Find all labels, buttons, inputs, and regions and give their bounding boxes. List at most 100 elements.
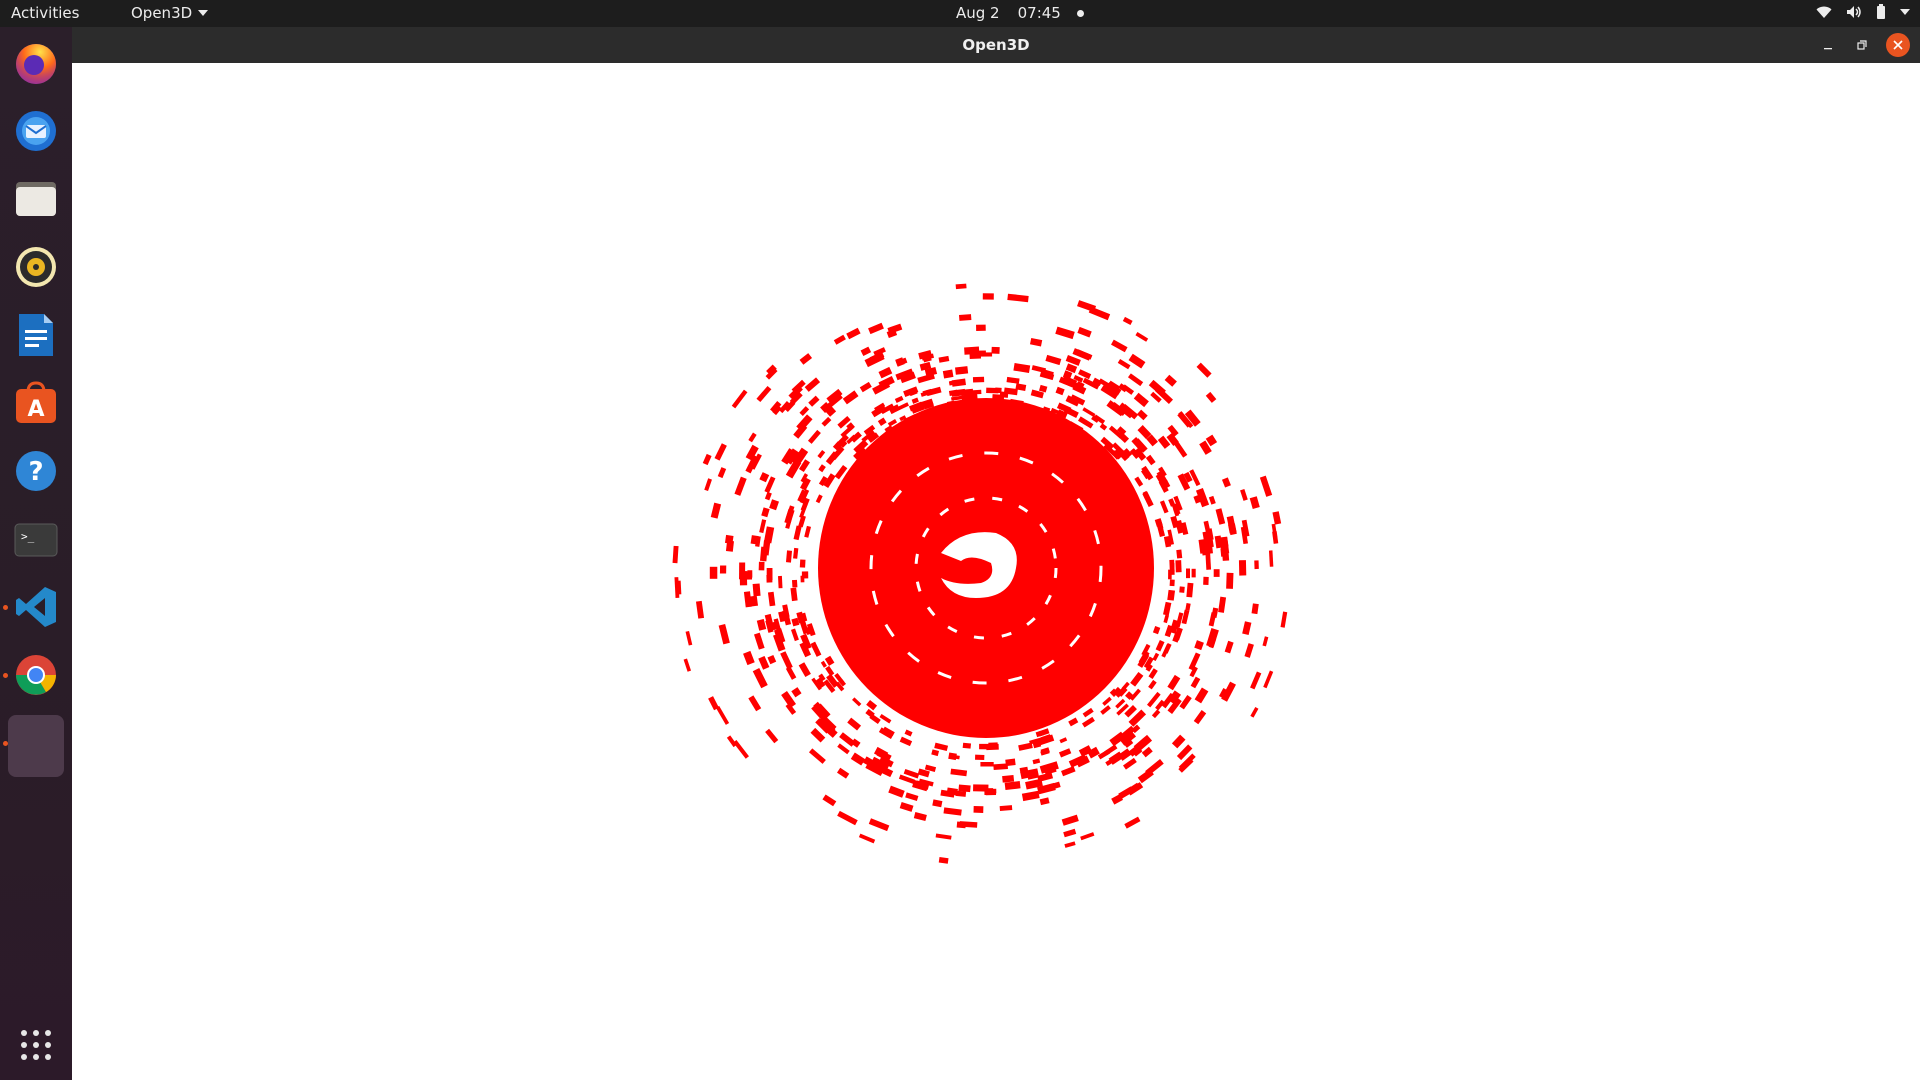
- dock-rhythmbox[interactable]: [8, 239, 64, 295]
- point: [1061, 814, 1079, 826]
- restore-button[interactable]: [1850, 33, 1874, 57]
- point: [1240, 488, 1248, 501]
- dock-thunderbird[interactable]: [8, 103, 64, 159]
- point: [709, 566, 718, 579]
- point: [1220, 547, 1228, 557]
- point: [942, 369, 954, 379]
- dock-terminal[interactable]: >_: [8, 511, 64, 567]
- dock-help[interactable]: ?: [8, 443, 64, 499]
- point: [1205, 553, 1212, 570]
- point: [767, 654, 777, 665]
- files-icon: [16, 182, 56, 216]
- system-tray[interactable]: [1816, 4, 1910, 20]
- app-menu-button[interactable]: Open3D: [131, 4, 209, 22]
- point: [904, 729, 913, 737]
- point: [761, 507, 770, 518]
- point: [1259, 475, 1273, 497]
- point: [798, 662, 811, 678]
- point: [1141, 746, 1153, 758]
- point: [1194, 640, 1204, 651]
- dock-firefox[interactable]: [8, 35, 64, 91]
- point: [714, 443, 727, 461]
- point: [956, 821, 966, 829]
- point: [1018, 742, 1033, 751]
- point: [1152, 625, 1161, 635]
- point: [784, 508, 795, 525]
- close-icon: [1893, 40, 1903, 50]
- point: [1099, 423, 1108, 431]
- dock-writer[interactable]: [8, 307, 64, 363]
- point: [935, 833, 952, 840]
- point: [1171, 734, 1186, 749]
- point: [1061, 766, 1076, 777]
- point: [955, 283, 967, 290]
- terminal-icon: >_: [14, 523, 58, 557]
- dock-files[interactable]: [8, 171, 64, 227]
- point: [1167, 674, 1181, 691]
- point: [1163, 614, 1169, 624]
- point: [800, 575, 805, 583]
- point: [1221, 477, 1231, 488]
- volume-icon: [1846, 5, 1862, 19]
- point: [804, 525, 811, 538]
- firefox-icon: [16, 44, 56, 84]
- point: [962, 742, 972, 749]
- point-cloud[interactable]: [72, 63, 1920, 1080]
- point: [969, 399, 982, 407]
- point: [999, 805, 1013, 811]
- point: [1268, 550, 1274, 567]
- point: [888, 785, 905, 798]
- point: [943, 807, 962, 816]
- point: [820, 660, 827, 668]
- point: [790, 628, 799, 642]
- activities-button[interactable]: Activities: [11, 4, 79, 22]
- clock-button[interactable]: Aug 2 07:45: [956, 4, 1084, 22]
- point: [878, 366, 893, 379]
- close-button[interactable]: [1886, 33, 1910, 57]
- window-titlebar[interactable]: Open3D: [72, 27, 1920, 63]
- point: [1186, 582, 1194, 598]
- point: [724, 534, 734, 544]
- point: [1251, 603, 1259, 615]
- point: [798, 515, 806, 528]
- point: [777, 575, 783, 589]
- point: [807, 429, 821, 444]
- point: [731, 389, 748, 409]
- point: [1194, 687, 1209, 704]
- point: [980, 761, 994, 767]
- point: [931, 749, 940, 757]
- point: [1002, 774, 1015, 783]
- point: [1145, 454, 1156, 466]
- system-menu-chevron-icon: [1900, 9, 1910, 15]
- point: [1280, 611, 1288, 628]
- point: [810, 641, 822, 657]
- point: [799, 559, 806, 568]
- point: [1262, 636, 1269, 647]
- point: [718, 623, 730, 645]
- point: [766, 574, 773, 583]
- point: [822, 794, 837, 807]
- point: [1148, 379, 1166, 396]
- minimize-button[interactable]: [1816, 33, 1840, 57]
- point: [1175, 612, 1184, 628]
- point: [785, 550, 793, 563]
- show-apps-button[interactable]: [8, 1017, 64, 1073]
- point: [1007, 293, 1029, 303]
- dock-open3d[interactable]: [8, 715, 64, 777]
- point: [894, 395, 904, 403]
- point: [1169, 579, 1175, 587]
- vscode-icon: [16, 587, 56, 627]
- app-menu-label: Open3D: [131, 4, 193, 22]
- point: [756, 385, 772, 403]
- point-cloud-viewport[interactable]: [72, 63, 1920, 1080]
- point: [1196, 362, 1212, 378]
- point: [1081, 716, 1095, 728]
- point: [710, 502, 722, 519]
- point: [905, 792, 919, 801]
- dock-software[interactable]: A: [8, 375, 64, 431]
- dock-chrome[interactable]: [8, 647, 64, 703]
- point: [1035, 730, 1045, 738]
- point: [1164, 374, 1177, 387]
- point: [1039, 797, 1050, 806]
- dock-vscode[interactable]: [8, 579, 64, 635]
